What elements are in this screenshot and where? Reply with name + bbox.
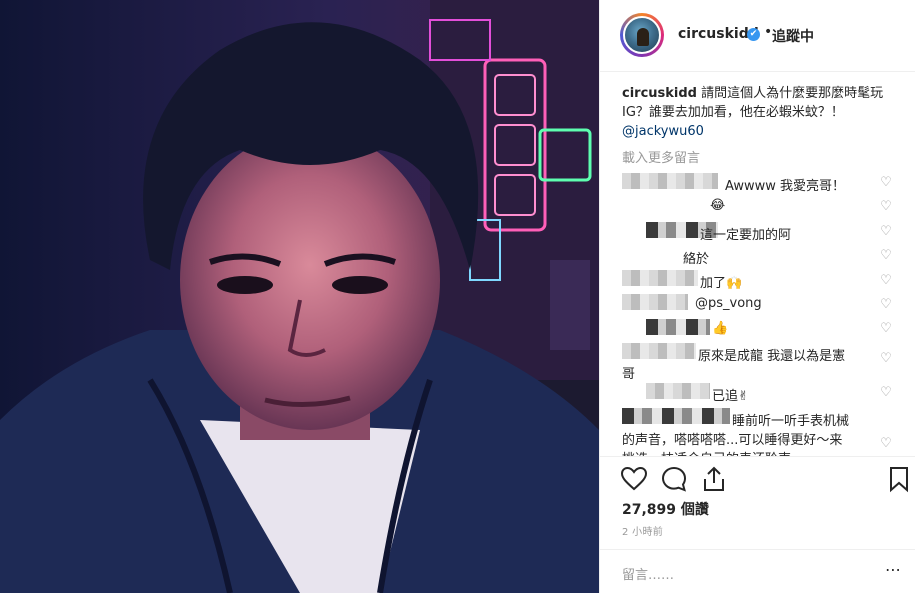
post-timestamp[interactable]: 2 小時前 [622,523,663,538]
heart-icon[interactable]: ♡ [879,322,893,336]
caption-username[interactable]: circuskidd [622,86,697,101]
likes-count[interactable]: 27,899 個讚 [622,499,709,519]
post-header: circuskidd ✔ • 追蹤中 [600,0,915,72]
post-side-panel: circuskidd ✔ • 追蹤中 circuskidd 請問這個人為什麼要那… [600,0,915,593]
comment-text: 絡於 [683,252,710,267]
heart-icon[interactable]: ♡ [879,225,893,239]
verified-badge-icon: ✔ [747,28,760,41]
bookmark-icon[interactable] [885,465,913,493]
comment-text: 😂 [710,198,726,213]
heart-icon[interactable]: ♡ [879,298,893,312]
heart-icon[interactable]: ♡ [879,176,893,190]
comment-text: 👍 [712,321,729,336]
share-icon[interactable] [700,465,728,493]
blurred-username [646,383,710,399]
comment-text: 已追✌ [712,389,749,404]
post-dialog: circuskidd ✔ • 追蹤中 circuskidd 請問這個人為什麼要那… [0,0,915,593]
post-photo[interactable] [0,0,599,593]
load-more-comments-button[interactable]: 載入更多留言 [622,147,700,166]
comment-mention-link[interactable]: @ps_vong [695,296,762,311]
comment-text: 加了🙌 [700,276,743,291]
blurred-username [622,343,696,359]
heart-icon[interactable] [620,465,648,493]
more-options-icon[interactable]: ⋯ [885,560,901,579]
post-actions: 27,899 個讚 2 小時前 留言…… ⋯ [600,456,915,593]
add-comment-bar: 留言…… ⋯ [600,549,915,593]
comment-text: 睡前听一听手表机械 [732,414,850,429]
comment-text: 哥 [622,367,636,382]
blurred-username [622,270,698,286]
comment-text: Awwww 我愛亮哥！ [725,179,846,194]
comment-text: 這一定要加的阿 [700,228,792,243]
post-caption: circuskidd 請問這個人為什麼要那麼時髦玩IG？誰要去加加看，他在必蝦米… [622,84,887,141]
heart-icon[interactable]: ♡ [879,274,893,288]
blurred-username [622,173,718,189]
blurred-username [646,319,710,335]
comment-text: 挑选一枝适合自己的表还聆声～ [622,448,804,456]
heart-icon[interactable]: ♡ [879,352,893,366]
heart-icon[interactable]: ♡ [879,386,893,400]
caption-mention-link[interactable]: @jackywu60 [622,124,704,139]
heart-icon[interactable]: ♡ [879,200,893,214]
comments-list[interactable]: circuskidd 請問這個人為什麼要那麼時髦玩IG？誰要去加加看，他在必蝦米… [600,73,915,456]
blurred-username [622,294,688,310]
heart-icon[interactable]: ♡ [879,437,893,451]
avatar[interactable] [620,13,664,57]
portrait-illustration [0,0,599,593]
blurred-username [622,408,730,424]
comment-icon[interactable] [660,465,688,493]
comment-text: 原來是成龍 我還以為是憲 [698,349,846,364]
heart-icon[interactable]: ♡ [879,249,893,263]
comment-text: 的声音，嗒嗒嗒嗒...可以睡得更好～来 [622,433,843,448]
following-button[interactable]: 追蹤中 [772,26,814,46]
add-comment-input[interactable]: 留言…… [622,564,674,583]
